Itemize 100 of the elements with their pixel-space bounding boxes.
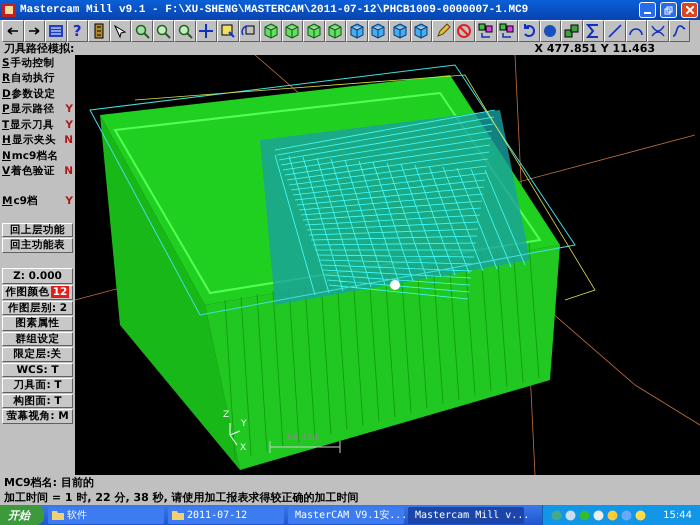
menu-button[interactable]: 构图面: T	[2, 394, 73, 408]
app-icon	[2, 3, 16, 17]
move-icon	[499, 23, 516, 39]
window-title: Mastercam Mill v9.1 - F:\XU-SHENG\MASTERCAM\2011-07-12\PHCB1009-0000007-1.MC9	[20, 4, 530, 16]
folder-icon	[52, 510, 64, 520]
toolbar-button[interactable]	[45, 20, 66, 42]
toolbar-button[interactable]	[260, 20, 282, 42]
menu-option[interactable]: R自动执行	[0, 70, 75, 86]
menu-button[interactable]: 萤幕视角: M	[2, 409, 73, 424]
menu-option[interactable]: M c9档 Y	[0, 193, 75, 208]
toolbar-button[interactable]	[238, 20, 260, 42]
toolbar-button[interactable]	[647, 20, 668, 42]
pan-icon	[198, 23, 214, 39]
menu-option[interactable]: T显示刀具 Y	[0, 117, 75, 132]
toolbar-button[interactable]	[152, 20, 174, 42]
toolbar-button[interactable]	[582, 20, 604, 42]
menu-option[interactable]: V着色验证 N	[0, 164, 75, 179]
tray-icon	[621, 510, 632, 520]
toolbar-button[interactable]	[324, 20, 346, 42]
toolbar-button[interactable]	[410, 20, 432, 42]
line-icon	[606, 23, 623, 39]
folder-icon	[172, 510, 184, 520]
menu-button[interactable]: 群组设定	[2, 332, 73, 346]
toolbar-button[interactable]	[561, 20, 582, 42]
menu-option[interactable]: P显示路径 Y	[0, 102, 75, 117]
scale-bar-icon	[270, 440, 340, 454]
toolbar-button[interactable]	[518, 20, 540, 42]
toolbar-button[interactable]	[668, 20, 690, 42]
toolbar-button[interactable]	[131, 20, 152, 42]
taskbar-item[interactable]: 软件	[48, 506, 164, 524]
restore-button[interactable]	[660, 2, 677, 18]
zoom-icon	[134, 23, 150, 39]
curve-icon	[650, 23, 666, 39]
select-icon	[220, 23, 236, 39]
sphere-icon	[542, 23, 558, 39]
toolbar-button[interactable]	[496, 20, 518, 42]
taskbar-item[interactable]: 2011-07-12	[168, 506, 284, 524]
axis-triad-icon	[230, 422, 240, 446]
menu-option[interactable]: N mc9档名	[0, 148, 75, 164]
toolbar-button[interactable]	[196, 20, 217, 42]
tray-icon	[607, 510, 618, 520]
cube-icon	[348, 23, 365, 39]
move-icon	[478, 23, 494, 39]
minimize-button[interactable]	[639, 2, 656, 18]
spline-icon	[671, 23, 688, 39]
tray-icon	[593, 510, 604, 520]
cursor-coordinates: X 477.851 Y 11.463	[534, 42, 655, 55]
status-message: MC9档名: 目前的	[4, 475, 95, 490]
toolbar-button[interactable]	[432, 20, 454, 42]
toolbar-button[interactable]	[475, 20, 496, 42]
cube-icon	[370, 23, 386, 39]
prompt-label: 刀具路径模拟:	[4, 41, 74, 56]
tray-icon	[635, 510, 646, 520]
tray-icon	[565, 510, 576, 520]
menu-option[interactable]: H显示夹头 N	[0, 132, 75, 148]
toolbar-button[interactable]	[303, 20, 324, 42]
cube-icon	[284, 23, 300, 39]
menu-button[interactable]: WCS: T	[2, 362, 73, 377]
toolbar-button[interactable]	[540, 20, 561, 42]
layers-icon	[564, 23, 580, 39]
toolbar-button[interactable]	[2, 20, 24, 42]
menu-option[interactable]: D参数设定	[0, 86, 75, 102]
menu-button[interactable]: 作图颜色 12	[2, 285, 73, 300]
toolbar-button[interactable]	[604, 20, 626, 42]
toolbar-button[interactable]	[626, 20, 647, 42]
toolbar-button[interactable]	[368, 20, 389, 42]
scale-value: 66.414	[287, 433, 318, 443]
toolbar-button[interactable]	[282, 20, 303, 42]
menu-button[interactable]: 回主功能表	[2, 238, 73, 252]
toolbar-button[interactable]	[174, 20, 196, 42]
pointer-icon	[112, 23, 128, 39]
start-button[interactable]: 开始	[0, 505, 44, 525]
pencil-icon	[434, 23, 451, 39]
toolbar-button[interactable]	[88, 20, 110, 42]
cube-icon	[306, 23, 322, 39]
menu-button[interactable]: 刀具面: T	[2, 378, 73, 392]
toolbar-button[interactable]	[389, 20, 410, 42]
menu-button[interactable]: 限定层:关	[2, 347, 73, 362]
taskbar-item[interactable]: MasterCAM V9.1安...	[288, 506, 404, 524]
z-depth-field[interactable]: Z: 0.000	[2, 268, 73, 284]
toolbar-button[interactable]	[454, 20, 475, 42]
axis-label: Z	[223, 410, 230, 420]
menu-button[interactable]: 作图层别: 2	[2, 300, 73, 315]
menu-button[interactable]: 图素属性	[2, 316, 73, 330]
toolbar-button[interactable]	[346, 20, 368, 42]
tray-icon	[579, 510, 590, 520]
zoom-icon	[155, 23, 172, 39]
toolbar-button[interactable]	[110, 20, 131, 42]
menu-option[interactable]: S手动控制	[0, 55, 75, 70]
color-swatch: 12	[50, 286, 70, 298]
clock: 15:44	[663, 510, 692, 520]
axis-label: Y	[241, 419, 246, 429]
prohibited-icon	[456, 23, 472, 39]
menu-button[interactable]: 回上层功能	[2, 222, 73, 237]
help-button[interactable]: ?	[66, 20, 88, 42]
toolbar-button[interactable]	[24, 20, 45, 42]
toolbar-button[interactable]	[217, 20, 238, 42]
cube-icon	[262, 23, 279, 39]
cube-icon	[392, 23, 408, 39]
close-button[interactable]	[681, 2, 698, 18]
